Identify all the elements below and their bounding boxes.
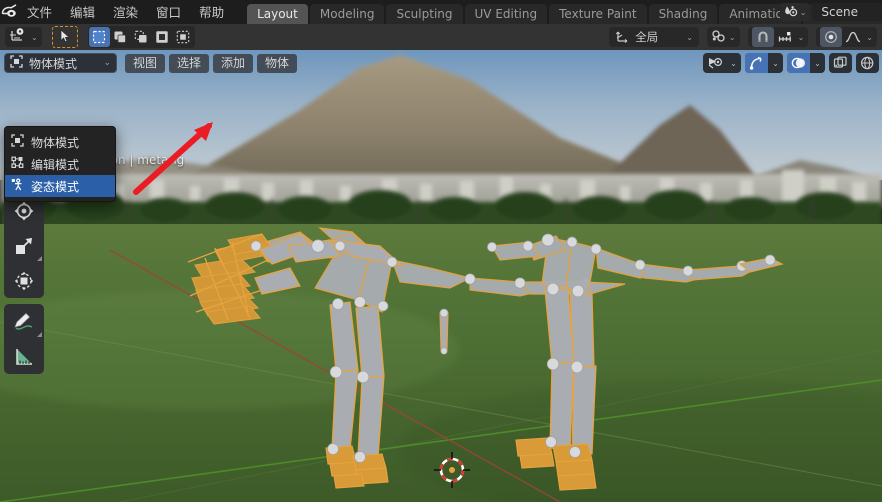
tab-sculpting[interactable]: Sculpting [386,4,463,24]
menu-edit[interactable]: 编辑 [61,3,104,22]
scene-name-field[interactable]: Scene [812,3,882,21]
overlays-toggle-group: ⌄ [787,53,825,73]
menu-render[interactable]: 渲染 [104,3,147,22]
proportional-edit-group: ⌄ [816,27,877,47]
select-intersect-icon[interactable] [173,27,194,47]
scene-icon [783,3,798,22]
viewport-menu-view[interactable]: 视图 [125,53,166,73]
pivot-point-icon [711,28,727,47]
select-subtract-icon[interactable] [131,27,152,47]
falloff-caret-icon[interactable]: ⌄ [866,33,873,42]
mode-dropdown-menu[interactable]: 物体模式 编辑模式 姿态模式 [4,126,116,202]
orientation-caret-icon[interactable]: ⌄ [686,33,693,42]
object-mode-icon [11,134,24,150]
select-extend-icon[interactable] [110,27,131,47]
tool-scale-icon[interactable] [4,228,44,263]
mode-selector-caret-icon[interactable]: ⌄ [103,58,111,68]
transform-cursor-widget[interactable]: ⌄ [5,27,42,47]
select-mode-group [87,26,195,48]
orientation-label: 全局 [635,30,659,44]
tool-measure-icon[interactable] [4,339,44,374]
gizmo-caret-icon[interactable]: ⌄ [768,53,783,73]
tab-uv-editing[interactable]: UV Editing [464,4,548,24]
snap-increment-icon[interactable] [774,27,796,47]
menu-file[interactable]: 文件 [18,3,61,22]
xray-toggle-icon[interactable] [829,53,852,73]
annotate-measure-group [4,304,44,374]
select-invert-icon[interactable] [152,27,173,47]
blender-logo-icon[interactable] [0,0,18,24]
object-mode-icon [10,55,23,71]
pivot-caret-icon[interactable]: ⌄ [729,33,736,42]
3d-viewport[interactable]: ction | metarig 物体模式 ⌄ 视图 选择 添加 物体 ⌄ ⌄ ⌄… [0,50,882,502]
pivot-point-selector[interactable]: ⌄ [706,27,740,47]
select-new-icon[interactable] [88,27,110,47]
overlays-toggle-icon[interactable] [787,53,810,73]
tool-annotate-icon[interactable] [4,304,44,339]
falloff-curve-icon[interactable] [842,27,864,47]
gizmo-toggle-icon[interactable] [745,53,768,73]
topbar-right-controls: ⌄ Scene [779,0,882,24]
dropdown-item-edit-mode[interactable]: 编辑模式 [5,153,115,175]
viewport-menu-object[interactable]: 物体 [257,53,298,73]
proportional-edit-icon[interactable] [820,27,843,47]
transform-cursor-icon [9,27,29,47]
shading-wireframe-icon[interactable] [856,53,879,73]
scene-caret-icon[interactable]: ⌄ [800,8,807,17]
magnet-snap-icon[interactable] [751,27,774,47]
blender-window: 文件 编辑 渲染 窗口 帮助 Layout Modeling Sculpting… [0,0,882,502]
snapping-group: ⌄ [747,27,809,47]
transform-orientation-selector[interactable]: 全局 ⌄ [609,27,699,47]
dropdown-label-object-mode: 物体模式 [31,135,80,150]
tab-shading[interactable]: Shading [648,4,718,24]
edit-mode-icon [11,156,24,172]
viewport-menu-select[interactable]: 选择 [169,53,210,73]
menu-help[interactable]: 帮助 [190,3,233,22]
viewport-right-controls: ⌄ ⌄ ⌄ [699,53,879,73]
tab-texture-paint[interactable]: Texture Paint [549,4,647,24]
dropdown-label-edit-mode: 编辑模式 [31,157,80,172]
viewport-menu-add[interactable]: 添加 [213,53,254,73]
tweak-select-tool[interactable] [51,26,78,48]
pose-mode-icon [11,178,24,194]
dropdown-label-pose-mode: 姿态模式 [31,179,80,194]
visibility-caret-icon[interactable]: ⌄ [726,53,741,73]
tool-expand-corner-icon [37,332,42,337]
cursor-caret-icon[interactable]: ⌄ [31,33,38,42]
transform-orientation-icon [615,29,629,46]
viewport-scene [0,50,882,502]
viewport-menu-bar: 视图 选择 添加 物体 [125,53,301,73]
mode-selector-button[interactable]: 物体模式 ⌄ [4,53,117,73]
tweak-select-icon [59,28,71,47]
dropdown-item-object-mode[interactable]: 物体模式 [5,131,115,153]
top-bar: 文件 编辑 渲染 窗口 帮助 Layout Modeling Sculpting… [0,0,882,24]
mode-selector-label: 物体模式 [29,56,78,71]
gizmo-toggle-group: ⌄ [745,53,783,73]
tool-expand-corner-icon [37,256,42,261]
menu-window[interactable]: 窗口 [147,3,190,22]
tab-layout[interactable]: Layout [247,4,308,24]
tab-modeling[interactable]: Modeling [309,4,385,24]
snap-caret-icon[interactable]: ⌄ [798,33,805,42]
tool-transform-icon[interactable] [4,263,44,298]
overlays-caret-icon[interactable]: ⌄ [810,53,825,73]
scene-selector[interactable]: ⌄ [779,3,810,22]
visibility-selector-group: ⌄ [703,53,741,73]
visibility-selector-icon[interactable] [703,53,726,73]
dropdown-item-pose-mode[interactable]: 姿态模式 [5,175,115,197]
tool-header: ⌄ 全局 ⌄ ⌄ ⌄ ⌄ [0,24,882,50]
